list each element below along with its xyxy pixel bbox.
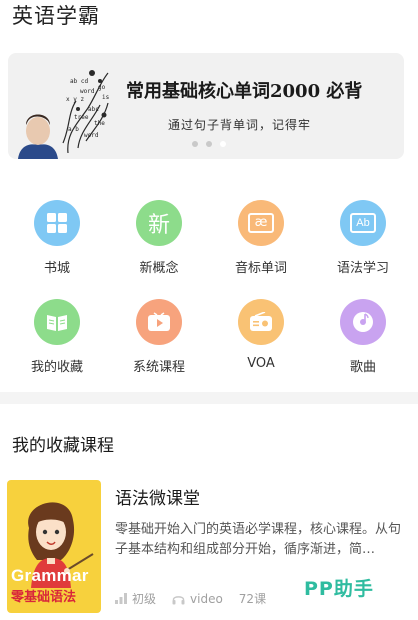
menu-item-phonetics[interactable]: æ 音标单词	[211, 200, 311, 276]
section-title: 我的收藏课程	[12, 436, 114, 456]
phonetic-ae-icon: æ	[238, 200, 284, 246]
banner-illustration: ab cd word x y z abc treethe a b word go is	[18, 70, 110, 159]
xin-char-icon: 新	[136, 200, 182, 246]
course-lesson-count: 72课	[238, 592, 267, 606]
app-title: 英语学霸	[12, 4, 100, 28]
course-title[interactable]: 语法微课堂	[115, 484, 200, 509]
carousel-dot[interactable]	[206, 141, 212, 147]
svg-text:the: the	[94, 120, 105, 127]
signal-bars-icon	[115, 593, 127, 604]
menu-item-songs[interactable]: 歌曲	[313, 299, 413, 375]
carousel-dots[interactable]	[192, 141, 226, 147]
menu-item-label: 我的收藏	[30, 360, 83, 375]
carousel-dot-active[interactable]	[220, 141, 226, 147]
menu-item-favorites[interactable]: 我的收藏	[7, 299, 107, 375]
svg-text:ab cd: ab cd	[70, 78, 88, 85]
xin-glyph: 新	[147, 213, 170, 238]
grid-icon	[34, 200, 80, 246]
svg-text:a b: a b	[68, 126, 79, 133]
ae-glyph: æ	[248, 213, 274, 233]
section-divider	[0, 392, 418, 404]
svg-text:tree: tree	[74, 114, 89, 121]
svg-text:x y z: x y z	[66, 96, 84, 103]
carousel-dot[interactable]	[192, 141, 198, 147]
banner-subtitle: 通过句子背单词，记得牢	[168, 118, 312, 132]
banner-title: 常用基础核心单词2000 必背	[126, 81, 363, 102]
svg-text:abc: abc	[88, 106, 99, 113]
course-media-type: video	[190, 591, 223, 606]
lessons-meta: 72课	[239, 590, 266, 607]
watermark-logo: PP助手	[304, 578, 374, 600]
course-thumbnail[interactable]: Grammar 零基础语法	[7, 480, 101, 613]
music-disc-icon	[340, 299, 386, 345]
radio-icon	[238, 299, 284, 345]
svg-text:is: is	[102, 94, 110, 101]
ab-icon: Ab	[340, 200, 386, 246]
svg-text:word: word	[80, 88, 95, 95]
course-description: 零基础开始入门的英语必学课程，核心课程。从句子基本结构和组成部分开始，循序渐进，…	[115, 522, 402, 557]
level-meta: 初级	[115, 590, 156, 607]
menu-item-label: 音标单词	[234, 261, 287, 276]
book-icon	[34, 299, 80, 345]
svg-text:word: word	[84, 132, 99, 139]
menu-item-label: 语法学习	[336, 261, 389, 276]
course-level: 初级	[132, 592, 157, 606]
menu-item-voa[interactable]: VOA	[211, 299, 311, 371]
media-meta: video	[172, 592, 223, 606]
menu-item-system-courses[interactable]: 系统课程	[109, 299, 209, 375]
menu-item-new-concept[interactable]: 新 新概念	[109, 200, 209, 276]
promo-banner[interactable]: ab cd word x y z abc tree the a b word go is …	[8, 53, 404, 159]
headphones-icon	[172, 595, 185, 604]
menu-item-label: 系统课程	[132, 360, 185, 375]
menu-item-bookstore[interactable]: 书城	[7, 200, 107, 276]
thumb-chinese-title: 零基础语法	[11, 590, 77, 605]
video-play-icon	[136, 299, 182, 345]
menu-item-label: 歌曲	[349, 360, 376, 375]
menu-item-label: 书城	[43, 261, 70, 276]
thumb-english-title: Grammar	[11, 566, 89, 585]
svg-text:go: go	[98, 84, 106, 91]
menu-item-label: VOA	[247, 356, 275, 371]
menu-item-label: 新概念	[139, 261, 179, 276]
course-meta: 初级 video 72课	[115, 590, 282, 607]
ab-glyph: Ab	[350, 213, 376, 233]
menu-item-grammar[interactable]: Ab 语法学习	[313, 200, 413, 276]
